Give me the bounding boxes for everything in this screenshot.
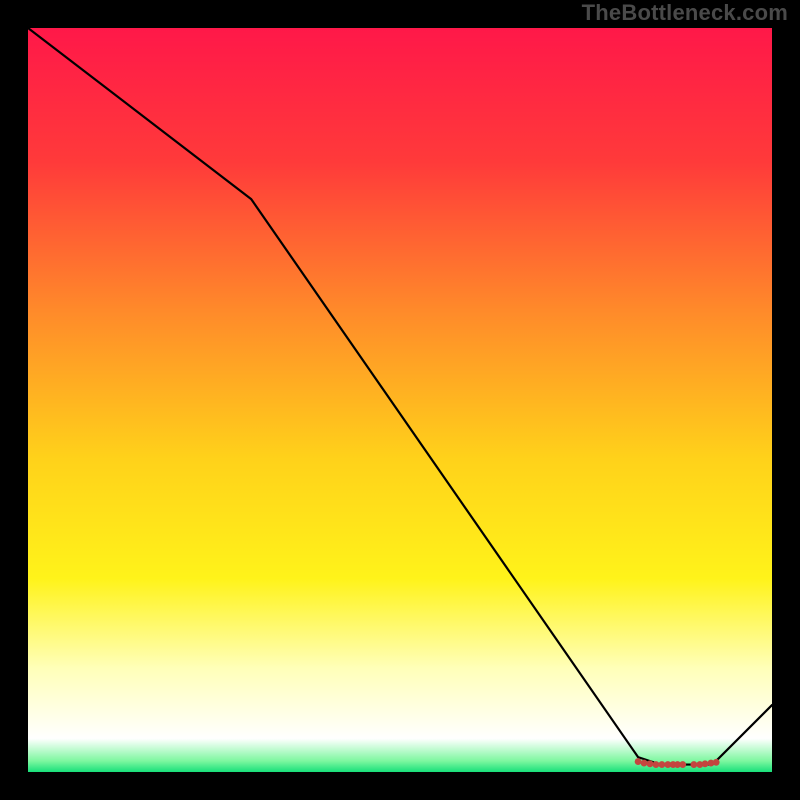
optimal-marker — [653, 761, 660, 768]
optimal-marker — [647, 760, 654, 767]
chart-frame: TheBottleneck.com — [0, 0, 800, 800]
optimal-marker — [641, 760, 648, 767]
optimal-marker — [635, 758, 642, 765]
chart-svg — [28, 28, 772, 772]
optimal-marker — [690, 761, 697, 768]
optimal-marker — [702, 760, 709, 767]
optimal-marker — [679, 761, 686, 768]
heatmap-background — [28, 28, 772, 772]
chart-plot — [28, 28, 772, 772]
watermark-text: TheBottleneck.com — [582, 0, 788, 26]
optimal-marker — [713, 759, 720, 766]
optimal-marker — [658, 761, 665, 768]
